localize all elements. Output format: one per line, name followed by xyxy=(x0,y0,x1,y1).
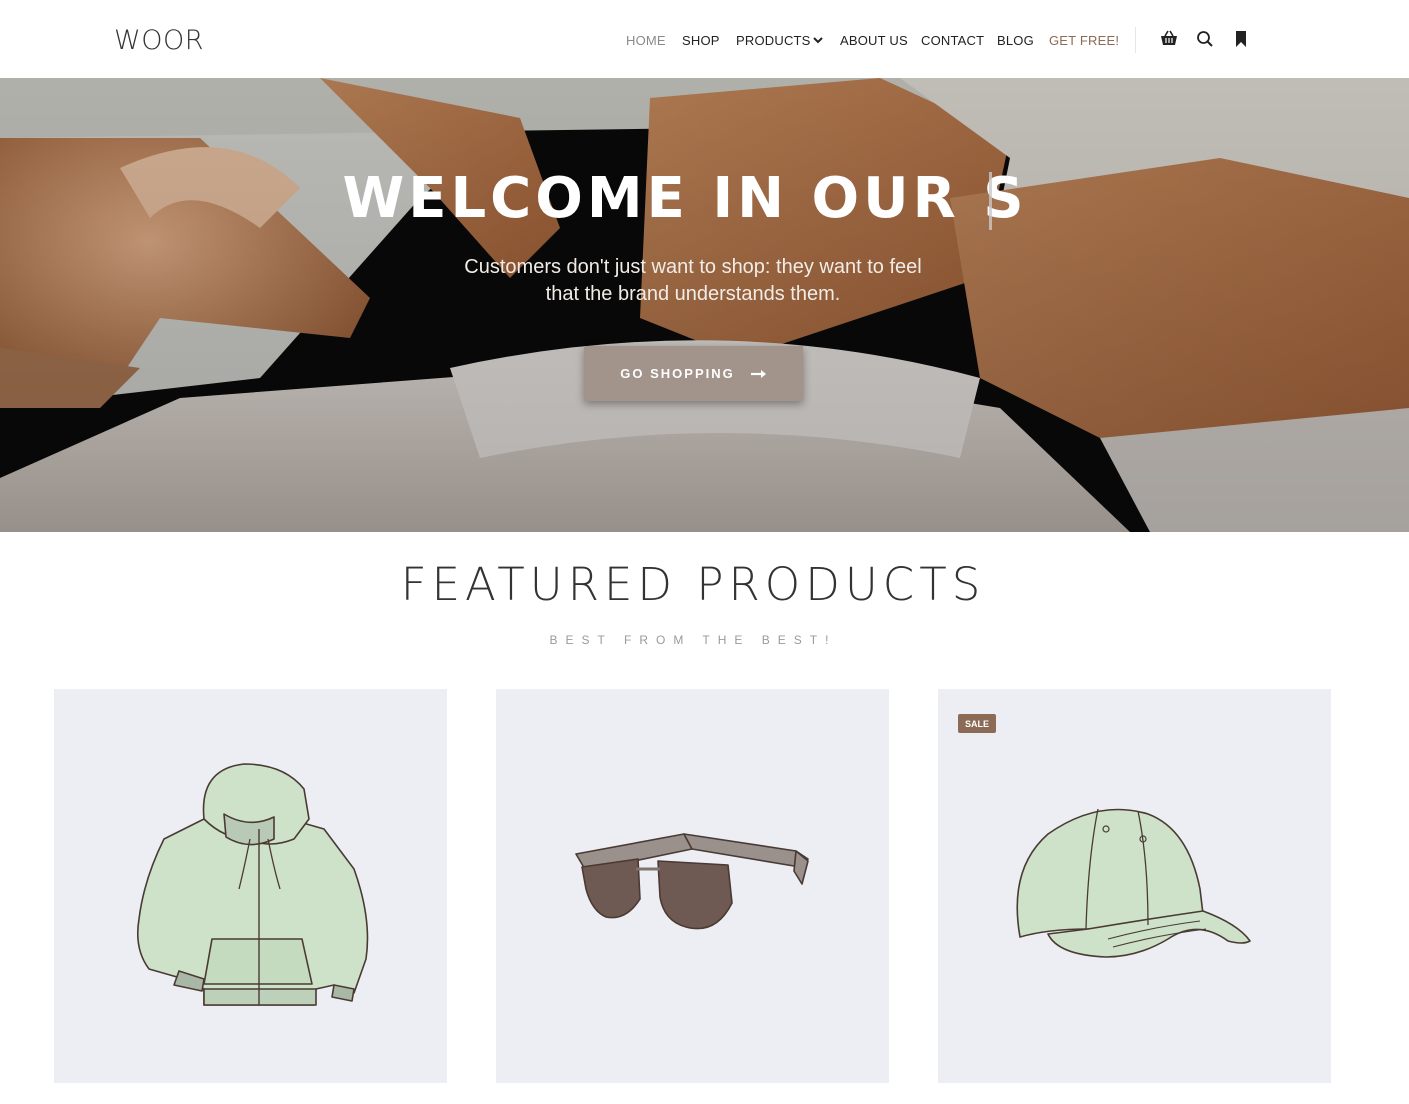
cap-image[interactable] xyxy=(938,689,1331,1083)
product-card-cap[interactable]: SALE xyxy=(938,689,1331,1083)
typing-cursor xyxy=(989,172,992,230)
hero-subtitle-line-1: Customers don't just want to shop: they … xyxy=(464,256,922,278)
go-shopping-label: GO SHOPPING xyxy=(620,366,735,381)
featured-products-title: FEATURED PRODUCTS xyxy=(400,558,986,611)
product-card-sunglasses[interactable] xyxy=(496,689,889,1083)
nav-about[interactable]: ABOUT US xyxy=(840,33,908,48)
site-logo[interactable]: WOOR xyxy=(114,25,204,56)
nav-shop[interactable]: SHOP xyxy=(682,33,720,48)
arrow-right-icon xyxy=(750,369,766,378)
hero-banner: WELCOME IN OUR S Customers don't just wa… xyxy=(0,78,1409,532)
hero-title: WELCOME IN OUR S xyxy=(342,166,1028,231)
product-card-hoodie[interactable] xyxy=(54,689,447,1083)
basket-icon[interactable] xyxy=(1160,30,1178,48)
nav-home[interactable]: HOME xyxy=(626,33,666,48)
go-shopping-button[interactable]: GO SHOPPING xyxy=(584,346,803,401)
bookmark-icon[interactable] xyxy=(1232,30,1250,48)
nav-divider xyxy=(1135,27,1136,53)
featured-products-subtitle: BEST FROM THE BEST! xyxy=(549,633,837,647)
hoodie-image[interactable] xyxy=(54,689,447,1083)
chevron-down-icon[interactable] xyxy=(812,34,824,46)
nav-blog[interactable]: BLOG xyxy=(997,33,1034,48)
hero-subtitle-line-2: that the brand understands them. xyxy=(545,283,841,305)
nav-products[interactable]: PRODUCTS xyxy=(736,33,811,48)
search-icon[interactable] xyxy=(1196,30,1214,48)
sunglasses-image[interactable] xyxy=(496,689,889,1083)
hero-subtitle: Customers don't just want to shop: they … xyxy=(404,254,982,308)
site-header: WOOR HOME SHOP PRODUCTS ABOUT US CONTACT… xyxy=(0,0,1409,78)
nav-get-free[interactable]: GET FREE! xyxy=(1049,33,1119,48)
nav-contact[interactable]: CONTACT xyxy=(921,33,984,48)
